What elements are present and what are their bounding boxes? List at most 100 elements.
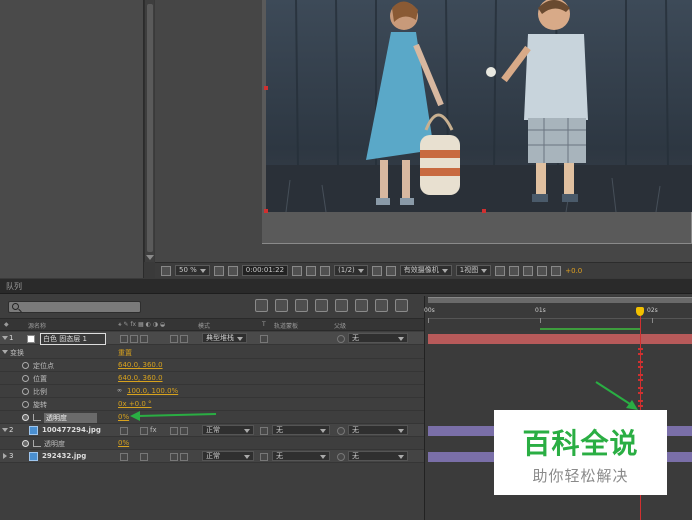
- property-row-scale[interactable]: 比例 ∞ 100.0, 100.0%: [0, 385, 424, 398]
- always-preview-icon[interactable]: [161, 265, 171, 276]
- current-time-display[interactable]: 0:00:01:22: [241, 265, 289, 276]
- stopwatch-active-icon[interactable]: [22, 440, 29, 447]
- motion-blur-switch-icon[interactable]: [170, 335, 178, 343]
- pick-whip-icon[interactable]: [337, 335, 345, 343]
- twirl-down-icon[interactable]: [2, 428, 8, 432]
- layer-handle-bottom-left[interactable]: [264, 209, 268, 213]
- pick-whip-icon[interactable]: [337, 453, 345, 461]
- motion-blur-icon[interactable]: [355, 299, 368, 312]
- shy-switch-icon[interactable]: [120, 335, 128, 343]
- track-matte-header[interactable]: 轨道蒙板: [274, 321, 298, 330]
- mask-visibility-icon[interactable]: [227, 265, 238, 276]
- adjustment-switch-icon[interactable]: [180, 453, 188, 461]
- snapshot-icon[interactable]: [292, 265, 303, 276]
- camera-select[interactable]: 有效摄像机: [399, 265, 452, 276]
- scrollbar-thumb[interactable]: [147, 4, 153, 252]
- property-value[interactable]: 640.0, 360.0: [118, 361, 163, 369]
- quality-switch-icon[interactable]: [140, 453, 148, 461]
- parent-select[interactable]: 无: [348, 451, 408, 461]
- layer-row-1[interactable]: 1 白色 固态层 1 典型堆栈 无: [0, 332, 424, 345]
- pixel-aspect-icon[interactable]: [495, 265, 506, 276]
- motion-blur-switch-icon[interactable]: [170, 427, 178, 435]
- exposure-value[interactable]: +0.0: [565, 267, 582, 275]
- frame-blending-icon[interactable]: [335, 299, 348, 312]
- transparency-grid-icon[interactable]: [385, 265, 396, 276]
- layer-handle-bottom[interactable]: [482, 209, 486, 213]
- project-scrollbar[interactable]: [144, 0, 154, 262]
- blend-mode-select[interactable]: 正常: [202, 425, 254, 435]
- property-value[interactable]: 640.0, 360.0: [118, 374, 163, 382]
- layer-row-3[interactable]: 3 292432.jpg 正常 无 无: [0, 450, 424, 463]
- draft-3d-icon[interactable]: [295, 299, 308, 312]
- playhead-handle-icon[interactable]: [636, 307, 644, 316]
- preserve-transparency-icon[interactable]: [260, 335, 268, 343]
- property-value[interactable]: 0%: [118, 439, 129, 447]
- adjustment-switch-icon[interactable]: [180, 335, 188, 343]
- adjustment-switch-icon[interactable]: [180, 427, 188, 435]
- parent-select[interactable]: 无: [348, 425, 408, 435]
- search-input[interactable]: [8, 301, 141, 313]
- tab-render-queue[interactable]: 队列: [0, 279, 28, 294]
- graph-editor-icon[interactable]: [395, 299, 408, 312]
- preserve-transparency-icon[interactable]: [260, 453, 268, 461]
- property-value[interactable]: 0x +0.0 °: [118, 400, 152, 408]
- graph-icon[interactable]: [33, 414, 41, 421]
- motion-blur-switch-icon[interactable]: [170, 453, 178, 461]
- blend-mode-select[interactable]: 正常: [202, 451, 254, 461]
- track-matte-select[interactable]: 无: [272, 451, 330, 461]
- track-matte-select[interactable]: 无: [272, 425, 330, 435]
- property-row-anchor-point[interactable]: 定位点 640.0, 360.0: [0, 359, 424, 372]
- property-row-position[interactable]: 位置 640.0, 360.0: [0, 372, 424, 385]
- property-value[interactable]: 100.0, 100.0%: [127, 387, 178, 395]
- timeline-toggle-icon[interactable]: [523, 265, 534, 276]
- safe-margins-icon[interactable]: [213, 265, 224, 276]
- preserve-transparency-icon[interactable]: [260, 427, 268, 435]
- live-update-icon[interactable]: [275, 299, 288, 312]
- quality-switch-icon[interactable]: [140, 427, 148, 435]
- parent-select[interactable]: 无: [348, 333, 408, 343]
- layer-name-field[interactable]: 白色 固态层 1: [40, 333, 106, 345]
- transform-group-row[interactable]: 变换 重置: [0, 346, 424, 359]
- collapse-switch-icon[interactable]: [130, 335, 138, 343]
- exposure-reset-icon[interactable]: [551, 265, 562, 276]
- fast-preview-icon[interactable]: [509, 265, 520, 276]
- fx-switch-icon[interactable]: fx: [150, 426, 157, 434]
- blend-mode-select[interactable]: 典型堆栈: [202, 333, 247, 343]
- pick-whip-icon[interactable]: [337, 427, 345, 435]
- shy-switch-icon[interactable]: [120, 427, 128, 435]
- layer-name[interactable]: 292432.jpg: [42, 452, 86, 460]
- flowchart-icon[interactable]: [537, 265, 548, 276]
- brainstorm-icon[interactable]: [375, 299, 388, 312]
- quality-switch-icon[interactable]: [140, 335, 148, 343]
- layer-handle-left[interactable]: [264, 86, 268, 90]
- comp-mini-flowchart-icon[interactable]: [255, 299, 268, 312]
- twirl-right-icon[interactable]: [3, 453, 7, 459]
- property-value[interactable]: 0%: [118, 413, 129, 421]
- twirl-down-icon[interactable]: [2, 336, 8, 340]
- property-row-opacity-2[interactable]: 透明度 0%: [0, 437, 424, 450]
- mode-header[interactable]: 模式: [198, 321, 210, 330]
- stopwatch-icon[interactable]: [22, 375, 29, 382]
- show-snapshot-icon[interactable]: [306, 265, 317, 276]
- stopwatch-icon[interactable]: [22, 401, 29, 408]
- magnification-select[interactable]: 50 %: [175, 265, 210, 276]
- work-area-bar[interactable]: [428, 297, 692, 303]
- parent-header[interactable]: 父级: [334, 321, 346, 330]
- constrain-proportions-icon[interactable]: ∞: [117, 387, 122, 394]
- layer-name-header[interactable]: 源名称: [28, 321, 46, 330]
- shy-switch-icon[interactable]: [120, 453, 128, 461]
- scroll-down-arrow-icon[interactable]: [146, 255, 154, 260]
- stopwatch-icon[interactable]: [22, 362, 29, 369]
- region-of-interest-icon[interactable]: [371, 265, 382, 276]
- hide-shy-layers-icon[interactable]: [315, 299, 328, 312]
- resolution-select[interactable]: (1/2): [334, 265, 368, 276]
- graph-icon[interactable]: [33, 440, 41, 447]
- stopwatch-active-icon[interactable]: [22, 414, 29, 421]
- view-layout-select[interactable]: 1视图: [455, 265, 492, 276]
- channel-icon[interactable]: [320, 265, 331, 276]
- layer-row-2[interactable]: 2 100477294.jpg fx 正常 无 无: [0, 424, 424, 437]
- layer-1-duration-bar[interactable]: [428, 334, 692, 344]
- twirl-down-icon[interactable]: [2, 350, 8, 354]
- layer-name[interactable]: 100477294.jpg: [42, 426, 101, 434]
- stopwatch-icon[interactable]: [22, 388, 29, 395]
